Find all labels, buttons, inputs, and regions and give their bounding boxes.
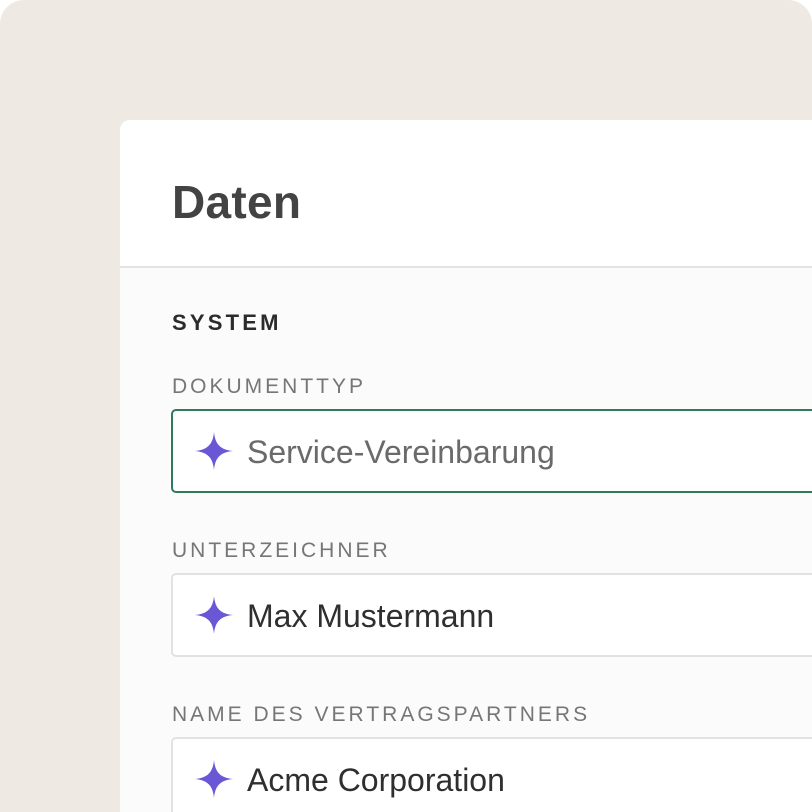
panel-title: Daten: [172, 176, 302, 228]
document-type-field[interactable]: Service-Vereinbarung: [171, 409, 812, 493]
field-label-contract-partner: NAME DES VERTRAGSPARTNERS: [172, 703, 591, 726]
panel-header: Daten: [120, 120, 812, 268]
sparkle-icon: [195, 432, 233, 470]
contract-partner-field[interactable]: Acme Corporation: [171, 737, 812, 812]
app-background: Daten SYSTEM DOKUMENTTYP Service-Vereinb…: [0, 0, 812, 812]
signatory-field[interactable]: Max Mustermann: [171, 573, 812, 657]
data-panel: Daten SYSTEM DOKUMENTTYP Service-Vereinb…: [120, 120, 812, 812]
section-title-system: SYSTEM: [172, 310, 282, 335]
signatory-value: Max Mustermann: [247, 598, 495, 634]
contract-partner-value: Acme Corporation: [247, 762, 505, 798]
sparkle-icon: [195, 596, 233, 634]
field-label-signatory: UNTERZEICHNER: [172, 539, 391, 562]
field-label-document-type: DOKUMENTTYP: [172, 375, 367, 398]
document-type-value: Service-Vereinbarung: [247, 434, 555, 470]
sparkle-icon: [195, 760, 233, 798]
